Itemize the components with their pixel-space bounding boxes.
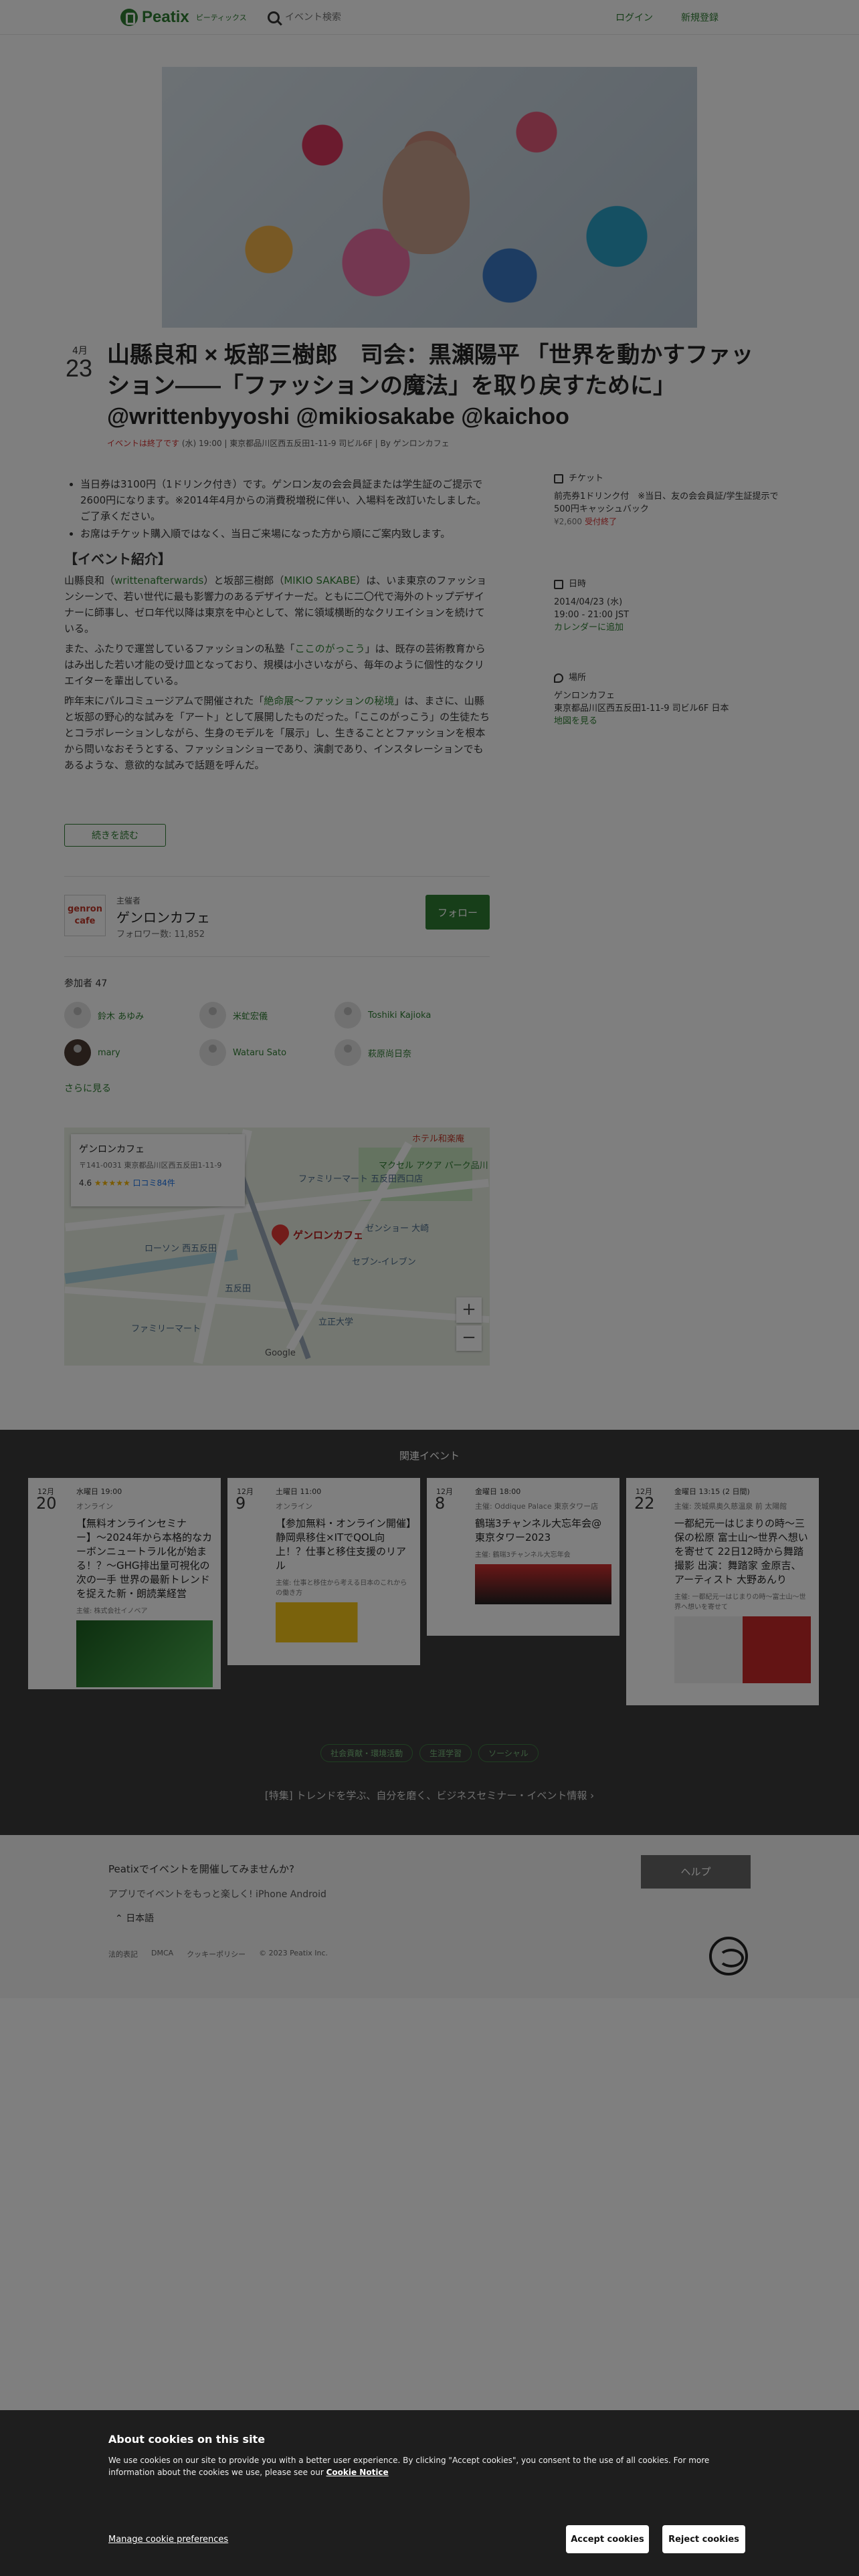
accept-cookies-button[interactable]: Accept cookies — [566, 2525, 649, 2553]
manage-cookie-preferences-link[interactable]: Manage cookie preferences — [108, 2535, 228, 2545]
modal-overlay — [0, 0, 859, 2576]
cookie-title: About cookies on this site — [108, 2433, 266, 2446]
cookie-body: We use cookies on our site to provide yo… — [108, 2456, 710, 2477]
cookie-notice-link[interactable]: Cookie Notice — [326, 2468, 389, 2477]
reject-cookies-button[interactable]: Reject cookies — [662, 2525, 745, 2553]
cookie-text: We use cookies on our site to provide yo… — [108, 2454, 731, 2478]
cookie-banner: About cookies on this site We use cookie… — [0, 2410, 859, 2576]
